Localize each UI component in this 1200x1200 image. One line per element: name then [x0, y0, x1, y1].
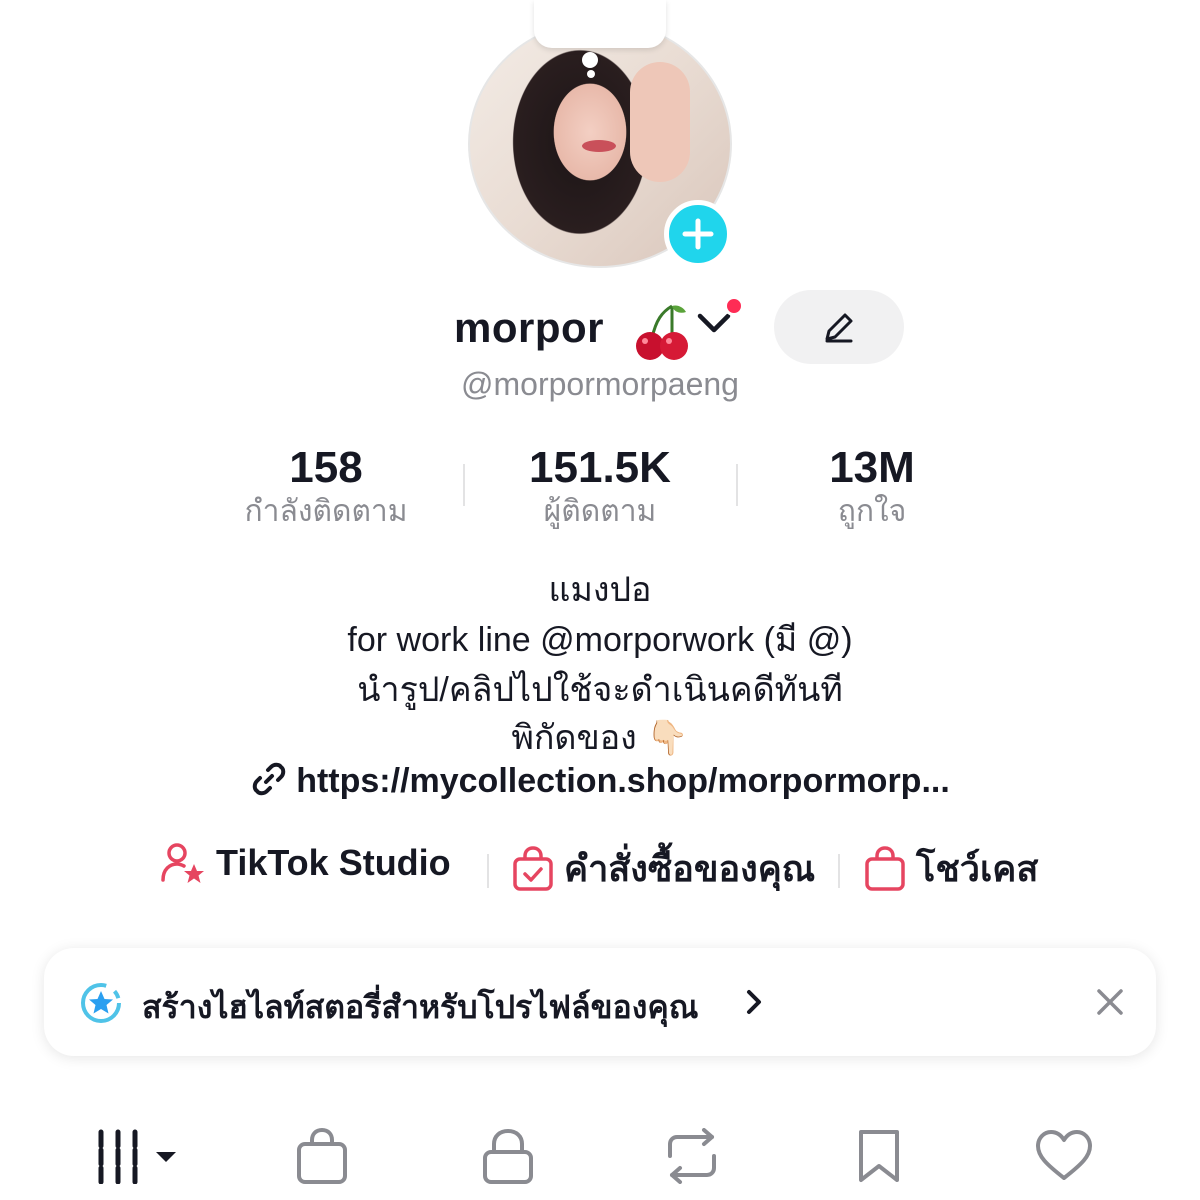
- chevron-right-icon: [744, 988, 764, 1021]
- banner-text: สร้างไฮไลท์สตอรี่สำหรับโปรไฟล์ของคุณ: [142, 989, 699, 1025]
- content-tabs: [0, 1120, 1200, 1200]
- highlight-story-banner[interactable]: สร้างไฮไลท์สตอรี่สำหรับโปรไฟล์ของคุณ: [44, 948, 1156, 1056]
- profile-shortcuts: TikTok Studio คำสั่งซื้อของคุณ โชว์เคส: [0, 840, 1200, 900]
- heart-icon[interactable]: [1034, 1128, 1094, 1189]
- bag-icon: [865, 845, 905, 891]
- bio-line: แมงปอ: [548, 571, 652, 609]
- note-bubble-tail: [587, 70, 595, 78]
- stat-likes[interactable]: 13M ถูกใจ: [742, 444, 1002, 532]
- close-icon[interactable]: [1094, 986, 1126, 1023]
- note-bubble[interactable]: [534, 0, 666, 48]
- stat-label: ผู้ติดตาม: [543, 495, 657, 528]
- bio-link-text: https://mycollection.shop/morpormorp...: [296, 762, 950, 800]
- divider: [487, 854, 489, 888]
- bookmark-icon[interactable]: [856, 1128, 902, 1189]
- add-story-button[interactable]: [664, 200, 732, 268]
- username-handle: @morpormorpaeng: [461, 366, 739, 402]
- stat-value: 13M: [829, 443, 915, 492]
- stat-followers[interactable]: 151.5K ผู้ติดตาม: [470, 444, 730, 532]
- display-name: morpor: [454, 304, 604, 351]
- shortcut-orders[interactable]: คำสั่งซื้อของคุณ: [512, 840, 815, 897]
- lock-icon[interactable]: [482, 1128, 534, 1189]
- videos-grid-icon[interactable]: [96, 1128, 186, 1189]
- name-row: morpor: [0, 290, 1200, 367]
- bio-link[interactable]: https://mycollection.shop/morpormorp...: [0, 760, 1200, 801]
- cherry-icon: [632, 302, 690, 367]
- pencil-icon: [825, 313, 853, 343]
- link-icon: [252, 762, 286, 796]
- stat-value: 151.5K: [529, 443, 671, 492]
- shortcut-label: โชว์เคส: [916, 848, 1039, 889]
- stat-value: 158: [289, 443, 363, 492]
- shortcut-showcase[interactable]: โชว์เคส: [864, 840, 1038, 897]
- avatar-photo-detail: [582, 140, 616, 152]
- bio-line: พิกัดของ 👇🏻: [511, 719, 689, 757]
- stat-label: กำลังติดตาม: [244, 495, 408, 528]
- shortcut-label: TikTok Studio: [216, 842, 451, 883]
- divider: [736, 464, 738, 506]
- avatar-photo-detail: [630, 62, 690, 182]
- bio-line: นำรูป/คลิปไปใช้จะดำเนินคดีทันที: [357, 671, 843, 709]
- bio-line: for work line @morporwork (มี @): [347, 621, 853, 659]
- stat-label: ถูกใจ: [837, 495, 907, 528]
- star-badge-icon: [78, 980, 124, 1031]
- stat-following[interactable]: 158 กำลังติดตาม: [196, 444, 456, 532]
- divider: [838, 854, 840, 888]
- person-star-icon: [161, 843, 204, 883]
- shortcut-tiktok-studio[interactable]: TikTok Studio: [160, 840, 451, 886]
- edit-profile-button[interactable]: [774, 290, 904, 364]
- account-switch-chevron-icon[interactable]: [696, 312, 732, 341]
- shortcut-label: คำสั่งซื้อของคุณ: [564, 848, 816, 889]
- repost-icon[interactable]: [662, 1128, 722, 1189]
- shop-bag-icon[interactable]: [296, 1127, 348, 1189]
- note-bubble-tail: [582, 52, 598, 68]
- bag-check-icon: [513, 845, 553, 891]
- divider: [463, 464, 465, 506]
- notification-dot: [724, 296, 744, 316]
- plus-icon: [682, 218, 714, 250]
